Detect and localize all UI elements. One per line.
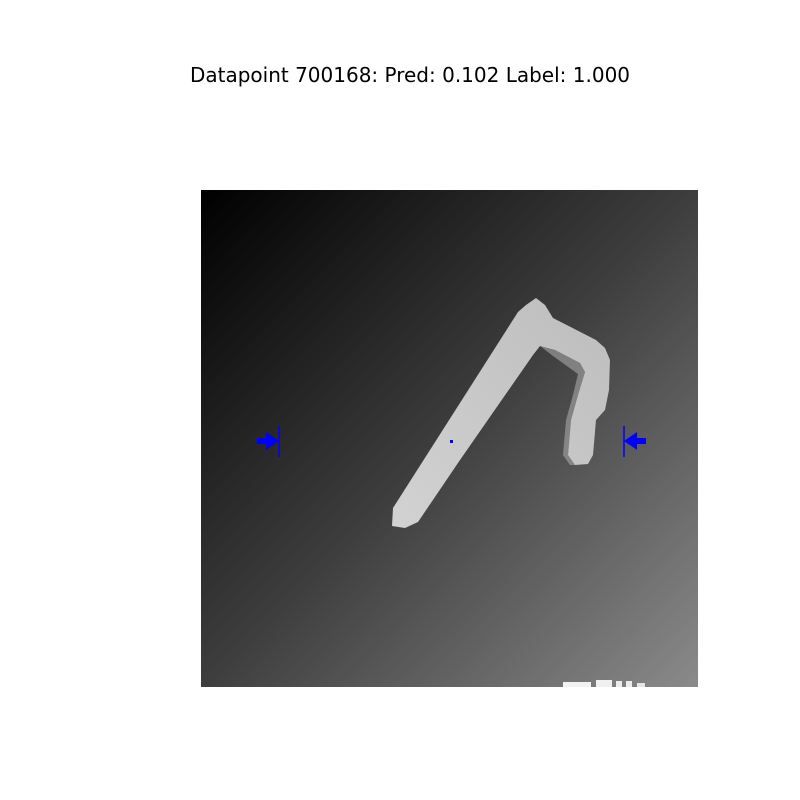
depth-image-panel: [201, 190, 698, 687]
center-dot-icon: [450, 440, 453, 443]
figure: Datapoint 700168: Pred: 0.102 Label: 1.0…: [0, 0, 800, 800]
